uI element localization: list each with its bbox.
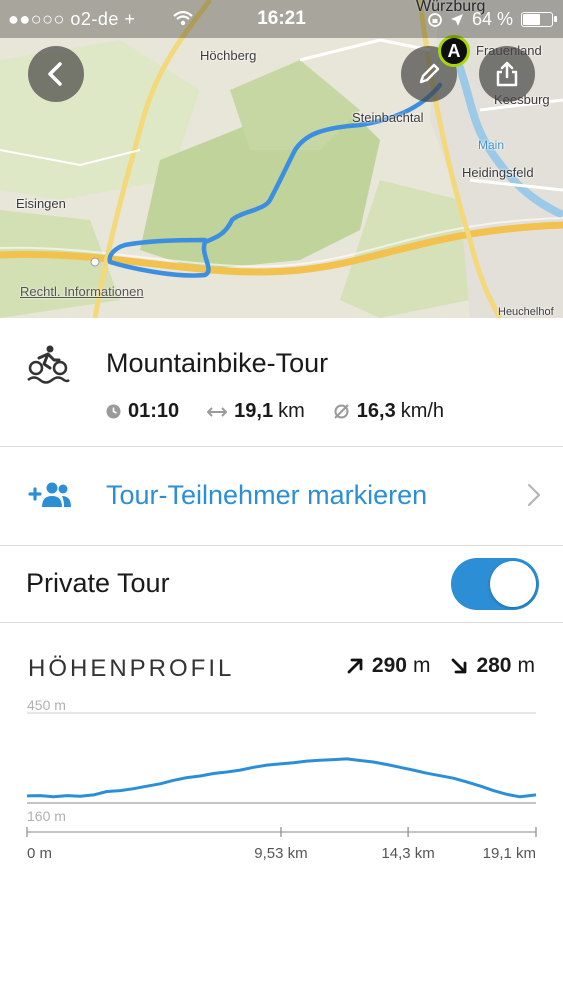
share-button[interactable] [479,46,535,102]
duration-stat: 01:10 [106,400,179,423]
orientation-lock-icon [428,12,442,27]
tag-participants-row[interactable]: Tour-Teilnehmer markieren [0,447,563,546]
status-bar: ●●○○○ o2-de + 16:21 64 % [0,0,563,38]
descent-unit: m [517,654,536,677]
private-tour-label: Private Tour [26,568,170,598]
duration-value: 01:10 [128,400,180,422]
tag-participants-label: Tour-Teilnehmer markieren [106,480,428,510]
location-arrow-icon [450,13,463,26]
tour-title: Mountainbike-Tour [106,348,329,378]
speed-stat: 16,3 km/h [333,400,444,423]
descent-stat: 280 m [450,654,535,678]
elevation-stats: 290 m 280 m [326,654,535,678]
battery-fill [523,14,540,25]
add-person-icon [28,482,71,507]
tour-stats: 01:10 19,1 km 16,3 km/h [106,400,472,423]
map-label-heuchelhof: Heuchelhof [498,306,554,318]
descent-value: 280 [476,654,512,677]
x-tick-label: 9,53 km [254,845,307,862]
x-tick-label: 19,1 km [483,845,536,862]
chevron-left-icon [48,62,62,86]
distance-unit: km [278,400,305,422]
toggle-knob [490,561,536,607]
elevation-profile-title: HÖHENPROFIL [28,655,235,682]
elevation-chart: 450 m 160 m 0 m 9,53 km 14,3 km 19,1 km [26,697,537,862]
x-tick-label: 14,3 km [381,845,434,862]
ascent-value: 290 [371,654,407,677]
back-button[interactable] [28,46,84,102]
battery-icon [521,12,557,27]
map-label-eisingen: Eisingen [16,196,66,211]
average-icon [334,404,349,419]
map-label-heidingsfeld: Heidingsfeld [462,165,534,180]
distance-stat: 19,1 km [207,400,305,423]
battery-percent: 64 % [471,9,513,29]
x-tick-label: 0 m [27,845,52,862]
route-end-marker[interactable]: A [438,35,470,67]
clock-icon [106,404,121,419]
map-label-steinbachtal: Steinbachtal [352,110,424,125]
tour-summary [0,318,563,447]
share-icon [496,61,518,87]
route-map[interactable]: Höchberg Steinbachtal Frauenland Keesbur… [0,0,563,318]
ascent-stat: 290 m [346,654,431,678]
ascent-unit: m [412,654,431,677]
map-label-main: Main [478,138,505,152]
y-label-max: 450 m [27,697,66,713]
chevron-right-icon [527,483,541,507]
distance-value: 19,1 [234,400,274,422]
arrow-up-right-icon [347,658,363,674]
private-tour-toggle[interactable] [451,558,539,610]
y-label-min: 160 m [27,808,66,824]
pencil-icon [419,63,440,84]
private-tour-row: Private Tour [0,546,563,623]
arrow-down-right-icon [452,658,467,674]
distance-arrows-icon [207,406,228,417]
legal-info-link[interactable]: Rechtl. Informationen [20,284,144,299]
status-right: 64 % [428,9,557,30]
speed-value: 16,3 [356,400,396,422]
mountainbike-icon [27,345,70,384]
elevation-line [26,757,537,799]
speed-unit: km/h [400,400,445,422]
map-label-hoechberg: Höchberg [200,48,257,63]
